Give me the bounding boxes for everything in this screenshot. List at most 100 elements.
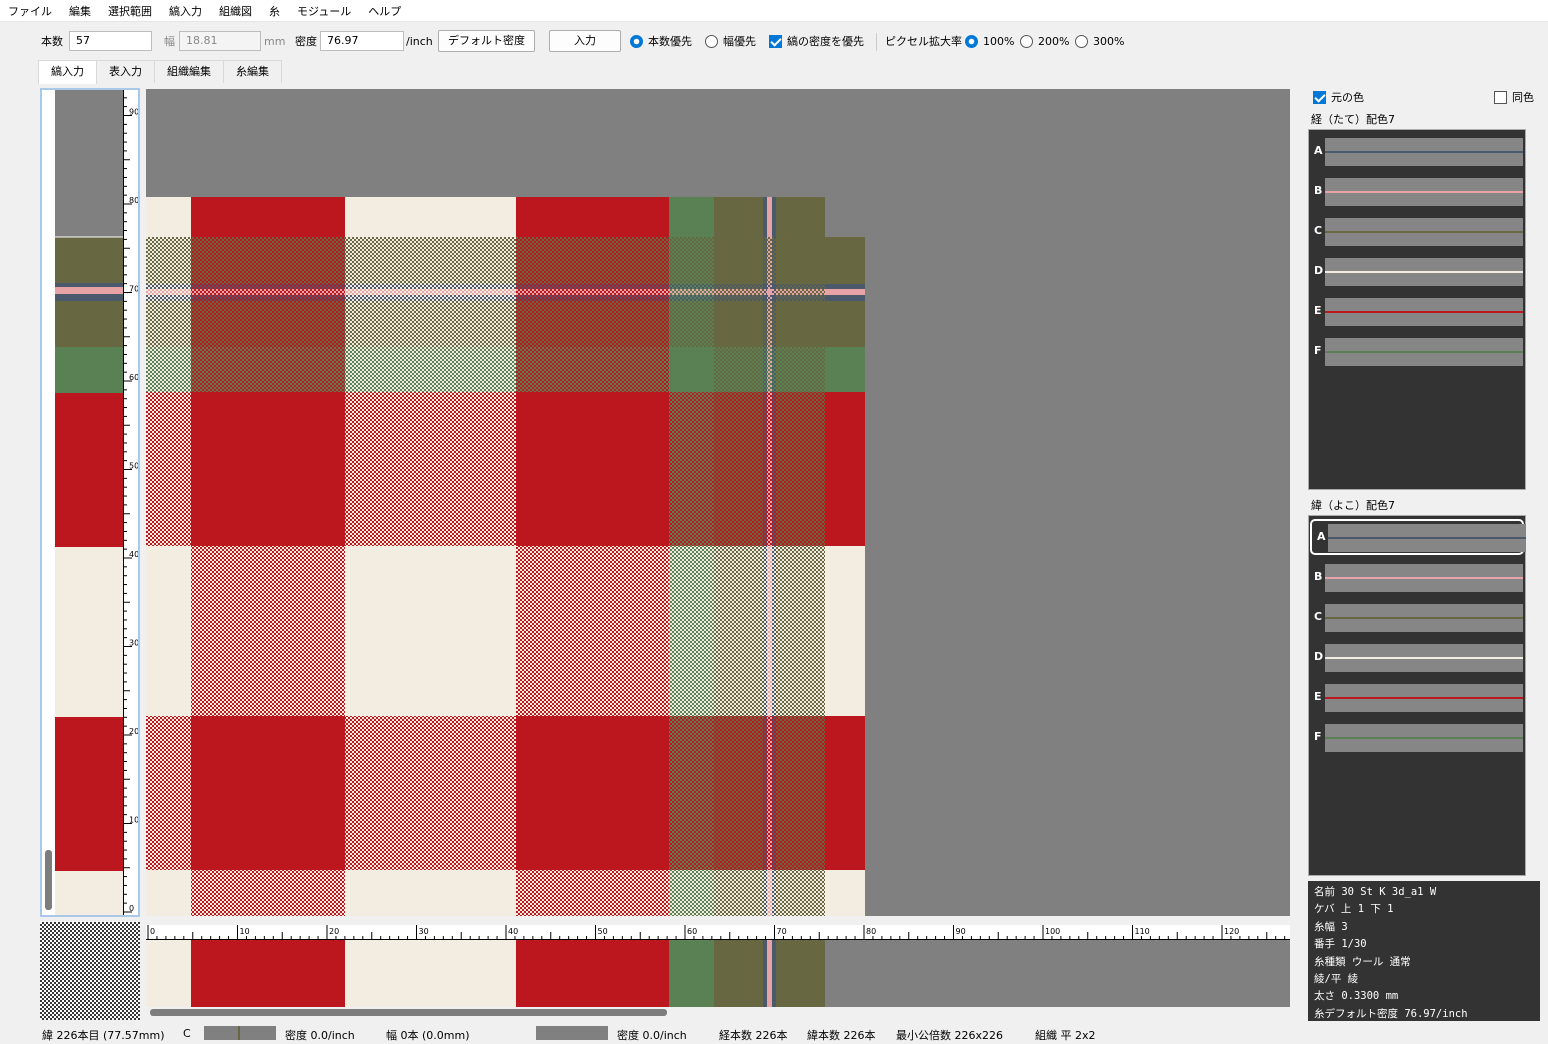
menu-module[interactable]: モジュール xyxy=(297,3,351,19)
horizontal-ruler-label: 70 xyxy=(777,927,787,936)
fabric-weft-edge xyxy=(825,716,865,870)
zoom-300-label: 300% xyxy=(1093,35,1125,48)
tab-weave-edit[interactable]: 組織編集 xyxy=(154,60,224,83)
fabric-warp-band xyxy=(146,237,191,916)
vertical-ruler-label: 50 xyxy=(129,462,138,471)
vertical-scrollbar[interactable] xyxy=(45,850,52,910)
yarn-letter: A xyxy=(1317,530,1326,543)
weft-stripe-panel[interactable]: 90 80 70 60 50 40 30 20 10 0 xyxy=(40,88,140,917)
menu-file[interactable]: ファイル xyxy=(8,3,52,19)
warp-yarn-d[interactable]: D xyxy=(1309,255,1525,287)
yarn-thread xyxy=(1325,191,1523,193)
weft-stripe-band xyxy=(55,717,123,871)
horizontal-ruler-label: 60 xyxy=(687,927,697,936)
fabric-empty-top xyxy=(146,89,1290,197)
yarn-swatch xyxy=(1325,338,1523,366)
weft-stripe-band xyxy=(55,90,123,237)
menu-edit[interactable]: 編集 xyxy=(69,3,91,19)
width-priority-radio[interactable] xyxy=(705,35,718,48)
horizontal-ruler-label: 110 xyxy=(1135,927,1150,936)
weft-yarn-f[interactable]: F xyxy=(1309,721,1525,753)
original-color-label: 元の色 xyxy=(1331,91,1364,104)
weft-yarn-d[interactable]: D xyxy=(1309,641,1525,673)
status-position: 緯 226本目 (77.57mm) xyxy=(42,1029,165,1042)
vertical-ruler-label: 90 xyxy=(129,108,138,117)
tab-stripe-input[interactable]: 縞入力 xyxy=(38,60,97,84)
tab-yarn-edit[interactable]: 糸編集 xyxy=(223,60,282,83)
original-color-checkbox[interactable] xyxy=(1313,91,1326,104)
weft-stripe-band xyxy=(55,283,123,287)
horizontal-ruler-label: 10 xyxy=(240,927,250,936)
count-priority-radio[interactable] xyxy=(630,35,643,48)
weft-stripe-band xyxy=(55,347,123,393)
weft-yarn-a[interactable]: A xyxy=(1310,519,1526,555)
fabric-warp-band xyxy=(767,197,772,237)
horizontal-scrollbar[interactable] xyxy=(150,1009,667,1016)
warp-stripe-colors[interactable] xyxy=(146,940,1290,1007)
horizontal-ruler-label: 20 xyxy=(329,927,339,936)
zoom-100-label: 100% xyxy=(983,35,1015,48)
vertical-ruler-label: 60 xyxy=(129,373,138,382)
zoom-100-radio[interactable] xyxy=(965,35,978,48)
weft-stripe-band xyxy=(55,547,123,717)
warp-stripe-band xyxy=(146,940,191,1007)
fabric-preview-canvas[interactable] xyxy=(146,89,1290,916)
default-density-button[interactable]: デフォルト密度 xyxy=(438,30,535,52)
yarn-info-width: 糸幅 3 xyxy=(1314,920,1348,933)
fabric-warp-band xyxy=(191,237,345,916)
warp-yarn-b[interactable]: B xyxy=(1309,175,1525,207)
yarn-letter: E xyxy=(1314,690,1322,703)
yarn-swatch xyxy=(1325,564,1523,592)
weft-stripe-band xyxy=(55,393,123,547)
warp-stripe-band xyxy=(669,940,714,1007)
warp-stripe-band xyxy=(345,940,516,1007)
vertical-ruler-label: 0 xyxy=(129,904,134,913)
weave-pattern-preview xyxy=(40,922,140,1020)
weft-yarn-c[interactable]: C xyxy=(1309,601,1525,633)
horizontal-ruler-label: 100 xyxy=(1045,927,1060,936)
warp-stripe-band xyxy=(714,940,763,1007)
yarn-swatch xyxy=(1325,138,1523,166)
count-input[interactable]: 57 xyxy=(69,31,152,51)
status-warp-swatch xyxy=(536,1026,608,1040)
same-color-checkbox[interactable] xyxy=(1494,91,1507,104)
menu-stripe-input[interactable]: 縞入力 xyxy=(169,3,202,19)
weft-colors-header: 緯（よこ）配色7 xyxy=(1311,499,1395,512)
density-input[interactable]: 76.97 xyxy=(320,31,404,51)
warp-yarn-f[interactable]: F xyxy=(1309,335,1525,367)
fabric-preview[interactable] xyxy=(146,89,1290,916)
warp-yarn-a[interactable]: A xyxy=(1309,135,1525,167)
menu-yarn[interactable]: 糸 xyxy=(269,3,280,19)
fabric-weft-edge xyxy=(825,546,865,716)
fabric-warp-band xyxy=(776,237,825,916)
stripe-density-checkbox[interactable] xyxy=(769,35,782,48)
tab-table-input[interactable]: 表入力 xyxy=(96,60,155,83)
menu-selection[interactable]: 選択範囲 xyxy=(108,3,152,19)
yarn-info-panel: 名前 30 St K 3d_a1 W ケバ 上 1 下 1 糸幅 3 番手 1/… xyxy=(1308,881,1540,1021)
yarn-swatch xyxy=(1325,604,1523,632)
zoom-300-radio[interactable] xyxy=(1075,35,1088,48)
yarn-letter: B xyxy=(1314,570,1323,583)
menu-weave-diagram[interactable]: 組織図 xyxy=(219,3,252,19)
zoom-200-radio[interactable] xyxy=(1020,35,1033,48)
fabric-warp-band xyxy=(345,197,516,237)
warp-yarn-e[interactable]: E xyxy=(1309,295,1525,327)
width-input[interactable]: 18.81 xyxy=(179,31,261,51)
weft-yarn-e[interactable]: E xyxy=(1309,681,1525,713)
fabric-warp-band xyxy=(191,197,345,237)
warp-yarn-c[interactable]: C xyxy=(1309,215,1525,247)
fabric-warp-band xyxy=(146,197,191,237)
fabric-weft-edge xyxy=(825,870,865,916)
status-yarn-swatch xyxy=(204,1026,276,1040)
yarn-thread xyxy=(1328,537,1526,539)
yarn-swatch xyxy=(1325,298,1523,326)
input-button[interactable]: 入力 xyxy=(549,30,621,52)
fabric-warp-band xyxy=(714,197,763,237)
status-weave: 組織 平 2x2 xyxy=(1035,1029,1096,1042)
fabric-warp-band xyxy=(772,197,776,237)
menu-help[interactable]: ヘルプ xyxy=(368,3,401,19)
yarn-letter: E xyxy=(1314,304,1322,317)
weft-stripe-colors[interactable] xyxy=(55,90,123,915)
horizontal-ruler-label: 80 xyxy=(866,927,876,936)
weft-yarn-b[interactable]: B xyxy=(1309,561,1525,593)
